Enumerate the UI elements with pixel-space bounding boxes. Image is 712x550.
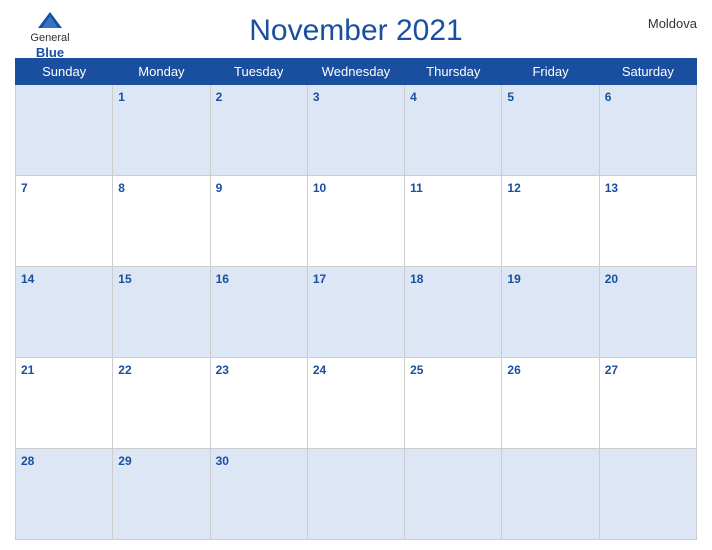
calendar-cell: 27 — [599, 358, 696, 449]
calendar-cell: 2 — [210, 85, 307, 176]
calendar-cell: 19 — [502, 267, 599, 358]
day-headers-row: SundayMondayTuesdayWednesdayThursdayFrid… — [16, 59, 697, 85]
calendar-cell: 6 — [599, 85, 696, 176]
calendar-cell: 13 — [599, 176, 696, 267]
date-number: 24 — [313, 363, 326, 377]
calendar-cell: 15 — [113, 267, 210, 358]
date-number: 22 — [118, 363, 131, 377]
calendar-cell — [307, 449, 404, 540]
date-number: 19 — [507, 272, 520, 286]
calendar-cell — [502, 449, 599, 540]
date-number: 12 — [507, 181, 520, 195]
date-number: 15 — [118, 272, 131, 286]
date-number: 1 — [118, 90, 125, 104]
date-number: 29 — [118, 454, 131, 468]
calendar-cell: 17 — [307, 267, 404, 358]
calendar-cell: 9 — [210, 176, 307, 267]
date-number: 4 — [410, 90, 417, 104]
date-number: 11 — [410, 181, 423, 195]
date-number: 18 — [410, 272, 423, 286]
day-header-saturday: Saturday — [599, 59, 696, 85]
header: General Blue November 2021 Moldova — [15, 10, 697, 52]
calendar-cell: 16 — [210, 267, 307, 358]
calendar-cell: 1 — [113, 85, 210, 176]
date-number: 3 — [313, 90, 320, 104]
logo: General Blue — [15, 10, 85, 61]
date-number: 26 — [507, 363, 520, 377]
date-number: 17 — [313, 272, 326, 286]
country-label: Moldova — [648, 16, 697, 31]
logo-general-text: General — [30, 32, 69, 45]
calendar-cell: 26 — [502, 358, 599, 449]
week-row-3: 14 15 16 17 18 19 20 — [16, 267, 697, 358]
calendar-cell: 21 — [16, 358, 113, 449]
calendar-cell: 25 — [405, 358, 502, 449]
calendar-cell — [16, 85, 113, 176]
date-number: 28 — [21, 454, 34, 468]
week-row-1: 1 2 3 4 5 6 — [16, 85, 697, 176]
week-row-2: 7 8 9 10 11 12 13 — [16, 176, 697, 267]
calendar-cell: 10 — [307, 176, 404, 267]
month-title: November 2021 — [249, 14, 462, 48]
calendar-cell: 14 — [16, 267, 113, 358]
calendar-cell: 3 — [307, 85, 404, 176]
calendar-table: SundayMondayTuesdayWednesdayThursdayFrid… — [15, 58, 697, 540]
day-header-friday: Friday — [502, 59, 599, 85]
week-row-4: 21 22 23 24 25 26 27 — [16, 358, 697, 449]
calendar-cell: 30 — [210, 449, 307, 540]
date-number: 5 — [507, 90, 514, 104]
date-number: 21 — [21, 363, 34, 377]
date-number: 25 — [410, 363, 423, 377]
calendar-cell: 11 — [405, 176, 502, 267]
date-number: 30 — [216, 454, 229, 468]
calendar-cell: 12 — [502, 176, 599, 267]
date-number: 10 — [313, 181, 326, 195]
calendar-cell: 28 — [16, 449, 113, 540]
date-number: 8 — [118, 181, 125, 195]
day-header-wednesday: Wednesday — [307, 59, 404, 85]
calendar-cell: 20 — [599, 267, 696, 358]
date-number: 7 — [21, 181, 28, 195]
logo-icon — [36, 10, 64, 30]
calendar-cell: 4 — [405, 85, 502, 176]
calendar-cell — [599, 449, 696, 540]
calendar-cell — [405, 449, 502, 540]
calendar-cell: 23 — [210, 358, 307, 449]
calendar-cell: 29 — [113, 449, 210, 540]
date-number: 23 — [216, 363, 229, 377]
date-number: 20 — [605, 272, 618, 286]
calendar-cell: 24 — [307, 358, 404, 449]
date-number: 2 — [216, 90, 223, 104]
calendar-cell: 22 — [113, 358, 210, 449]
date-number: 16 — [216, 272, 229, 286]
date-number: 13 — [605, 181, 618, 195]
day-header-sunday: Sunday — [16, 59, 113, 85]
day-header-thursday: Thursday — [405, 59, 502, 85]
day-header-monday: Monday — [113, 59, 210, 85]
date-number: 6 — [605, 90, 612, 104]
calendar-cell: 18 — [405, 267, 502, 358]
calendar-cell: 7 — [16, 176, 113, 267]
date-number: 14 — [21, 272, 34, 286]
date-number: 9 — [216, 181, 223, 195]
calendar-cell: 8 — [113, 176, 210, 267]
day-header-tuesday: Tuesday — [210, 59, 307, 85]
week-row-5: 28 29 30 — [16, 449, 697, 540]
logo-blue-text: Blue — [36, 45, 64, 61]
date-number: 27 — [605, 363, 618, 377]
calendar-cell: 5 — [502, 85, 599, 176]
